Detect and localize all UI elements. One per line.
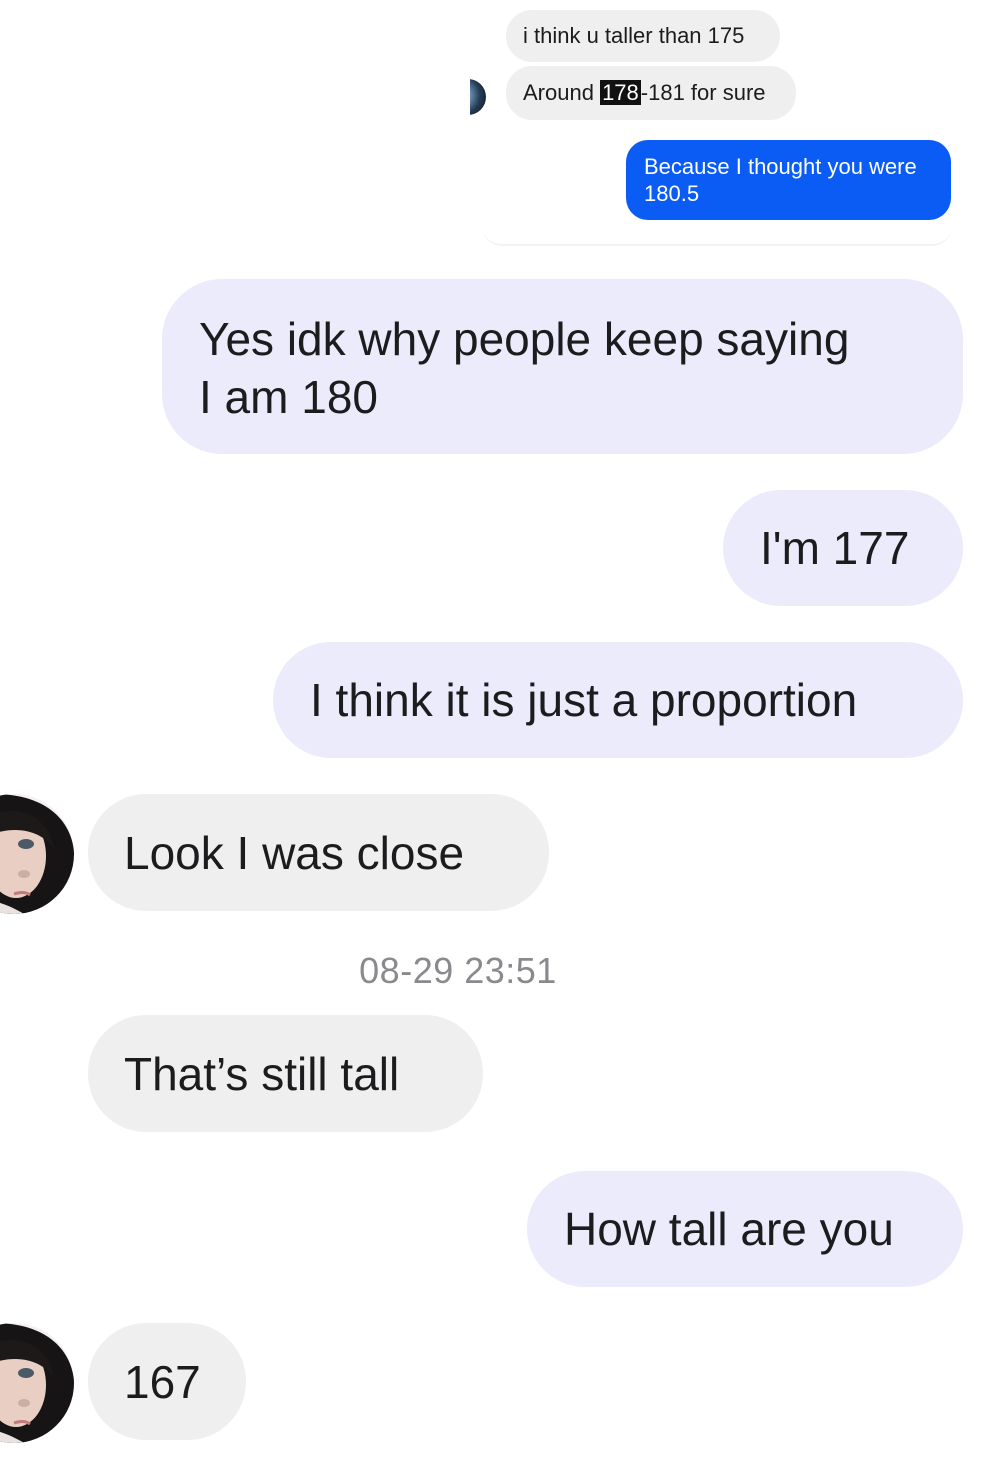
contact-avatar-icon[interactable] [0,794,74,914]
message-text: I'm 177 [760,522,910,574]
quoted-avatar [470,79,486,117]
quoted-message-2-before: Around [523,80,601,105]
quoted-message-1-text: i think u taller than 175 [523,23,745,48]
message-line-1: Yes idk why people keep saying [199,313,850,365]
message-line-2: I am 180 [199,371,378,423]
message-text: That’s still tall [124,1048,400,1100]
sent-message[interactable]: I'm 177 [723,490,963,606]
quoted-message-2-highlight: 178 [600,80,641,105]
message-text: Look I was close [124,827,465,879]
sent-message[interactable]: Yes idk why people keep saying I am 180 [162,279,963,454]
contact-avatar-icon[interactable] [0,1323,74,1443]
received-message[interactable]: Look I was close [88,794,549,911]
message-text: How tall are you [564,1203,894,1255]
quoted-reply-bubble: Because I thought you were 180.5 [626,140,951,220]
received-message[interactable]: That’s still tall [88,1015,483,1132]
sent-message[interactable]: I think it is just a proportion [273,642,963,758]
quoted-reply-line-1: Because I thought you were [644,154,917,179]
quoted-divider [482,226,952,246]
quoted-message-2-after: -181 for sure [640,80,766,105]
quoted-reply-line-2: 180.5 [644,181,700,206]
quoted-message-2: Around 178-181 for sure [506,66,796,120]
quoted-conversation: i think u taller than 175 Around 178-181… [470,0,970,250]
message-timestamp: 08-29 23:51 [359,950,557,991]
quoted-message-1: i think u taller than 175 [506,10,780,62]
message-text: I think it is just a proportion [310,674,858,726]
received-message[interactable]: 167 [88,1323,246,1440]
sent-message[interactable]: How tall are you [527,1171,963,1287]
message-text: 167 [124,1356,201,1408]
